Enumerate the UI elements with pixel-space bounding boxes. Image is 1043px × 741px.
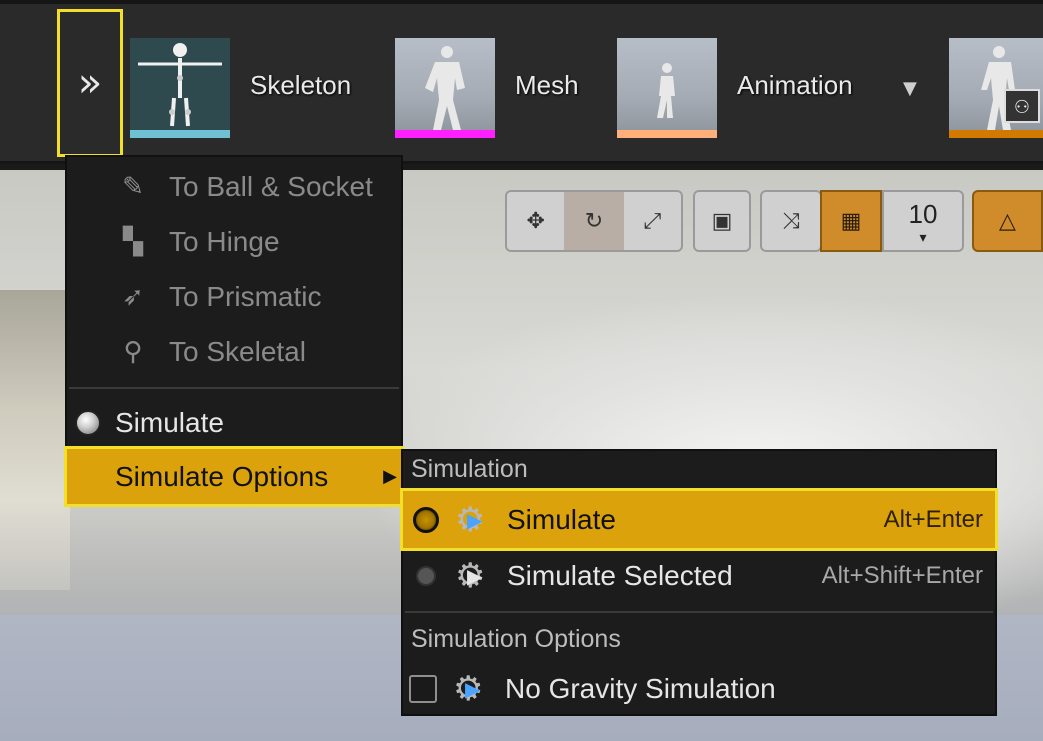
viewport-wall <box>0 290 70 590</box>
simulate-selected-icon: ⚙ ▶ <box>455 556 486 595</box>
skeleton-icon <box>138 43 222 127</box>
translate-button[interactable]: ✥ <box>507 192 564 250</box>
prismatic-icon: ➶ <box>122 281 144 311</box>
radio-icon <box>75 409 101 436</box>
menu-item-label: To Skeletal <box>169 335 306 367</box>
skeletal-icon: ⚲ <box>123 336 143 366</box>
menu-item-label: Simulate <box>115 406 224 438</box>
transform-mode-group: ✥ ↻ ⤢ <box>505 190 683 252</box>
simulate-options-submenu: Simulation ⚙ ▶ Simulate Alt+Enter ⚙ ▶ Simu… <box>400 449 998 716</box>
menu-item-to-prismatic[interactable]: ➶ To Prismatic <box>67 269 401 324</box>
svg-text:⚇: ⚇ <box>1014 97 1030 118</box>
menu-item-label: To Ball & Socket <box>169 170 373 202</box>
menu-item-label: Simulate <box>507 503 616 535</box>
expand-toolbar-button[interactable]: » <box>57 9 123 157</box>
menu-item-to-ball-socket[interactable]: ✎ To Ball & Socket <box>67 159 401 214</box>
asset-toolbar: » Skeleton Mesh Animation ▼ ⚇ <box>0 0 1043 164</box>
simulate-play-icon: ⚙ ▶ <box>455 500 486 539</box>
menu-item-to-hinge[interactable]: ▚ To Hinge <box>67 214 401 269</box>
submenu-item-no-gravity[interactable]: ⚙ ▶ No Gravity Simulation <box>403 661 995 716</box>
radio-icon <box>416 565 436 586</box>
radio-selected-icon <box>413 506 439 533</box>
cube-icon: ▣ <box>711 208 733 234</box>
section-header-simulation-options: Simulation Options <box>411 625 621 653</box>
shortcut-label: Alt+Enter <box>883 505 983 533</box>
menu-item-simulate-options[interactable]: Simulate Options ▶ <box>64 446 404 507</box>
hinge-icon: ▚ <box>123 226 143 256</box>
submenu-item-simulate[interactable]: ⚙ ▶ Simulate Alt+Enter <box>400 488 998 551</box>
mesh-label[interactable]: Mesh <box>515 70 579 101</box>
coordinate-system-button[interactable]: ▣ <box>693 190 751 252</box>
grid-icon: ▦ <box>840 208 862 234</box>
physics-asset-thumbnail[interactable]: ⚇ <box>949 38 1043 138</box>
menu-separator <box>405 611 993 613</box>
scale-icon: ⤢ <box>643 208 662 234</box>
ball-socket-icon: ✎ <box>122 171 144 201</box>
rotate-icon: ↻ <box>584 208 604 234</box>
surface-snapping-button[interactable]: ⤨ <box>760 190 822 252</box>
asset-type-bar <box>395 130 495 138</box>
menu-item-simulate[interactable]: Simulate <box>67 395 401 450</box>
chevron-down-icon[interactable]: ▼ <box>903 78 917 99</box>
menu-item-label: To Hinge <box>169 225 280 257</box>
menu-item-label: No Gravity Simulation <box>505 672 776 704</box>
double-chevron-right-icon: » <box>77 60 103 106</box>
menu-separator <box>69 387 399 389</box>
checkbox-icon[interactable] <box>409 674 437 703</box>
skeleton-label[interactable]: Skeleton <box>250 70 351 101</box>
shortcut-label: Alt+Shift+Enter <box>821 561 983 589</box>
no-gravity-icon: ⚙ ▶ <box>453 669 484 708</box>
chevron-down-icon: ▾ <box>919 228 927 245</box>
rotation-snap-toggle[interactable]: △ <box>972 190 1043 252</box>
angle-snap-icon: △ <box>999 208 1016 234</box>
mesh-thumbnail[interactable] <box>395 38 495 138</box>
walking-mannequin-icon <box>657 63 675 118</box>
menu-item-label: Simulate Selected <box>507 559 733 591</box>
menu-item-label: Simulate Options <box>115 460 329 492</box>
mannequin-icon <box>425 46 465 130</box>
menu-item-to-skeletal[interactable]: ⚲ To Skeletal <box>67 324 401 379</box>
animation-label[interactable]: Animation <box>737 70 853 101</box>
rotate-button[interactable]: ↻ <box>564 192 624 250</box>
submenu-arrow-icon: ▶ <box>383 466 397 486</box>
mannequin-icon: ⚇ <box>981 46 1040 130</box>
context-menu: ✎ To Ball & Socket ▚ To Hinge ➶ To Prism… <box>64 155 404 507</box>
submenu-item-simulate-selected[interactable]: ⚙ ▶ Simulate Selected Alt+Shift+Enter <box>403 548 995 603</box>
move-icon: ✥ <box>526 208 545 234</box>
grid-size-dropdown[interactable]: 10 ▾ <box>882 190 964 252</box>
skeleton-thumbnail[interactable] <box>130 38 230 138</box>
menu-item-label: To Prismatic <box>169 280 322 312</box>
asset-type-bar <box>617 130 717 138</box>
section-header-simulation: Simulation <box>411 455 528 483</box>
asset-type-bar <box>949 130 1043 138</box>
scale-button[interactable]: ⤢ <box>624 192 681 250</box>
animation-thumbnail[interactable] <box>617 38 717 138</box>
grid-snap-toggle[interactable]: ▦ <box>820 190 882 252</box>
surface-snap-icon: ⤨ <box>782 208 800 234</box>
asset-type-bar <box>130 130 230 138</box>
grid-size-value: 10 <box>908 198 938 229</box>
